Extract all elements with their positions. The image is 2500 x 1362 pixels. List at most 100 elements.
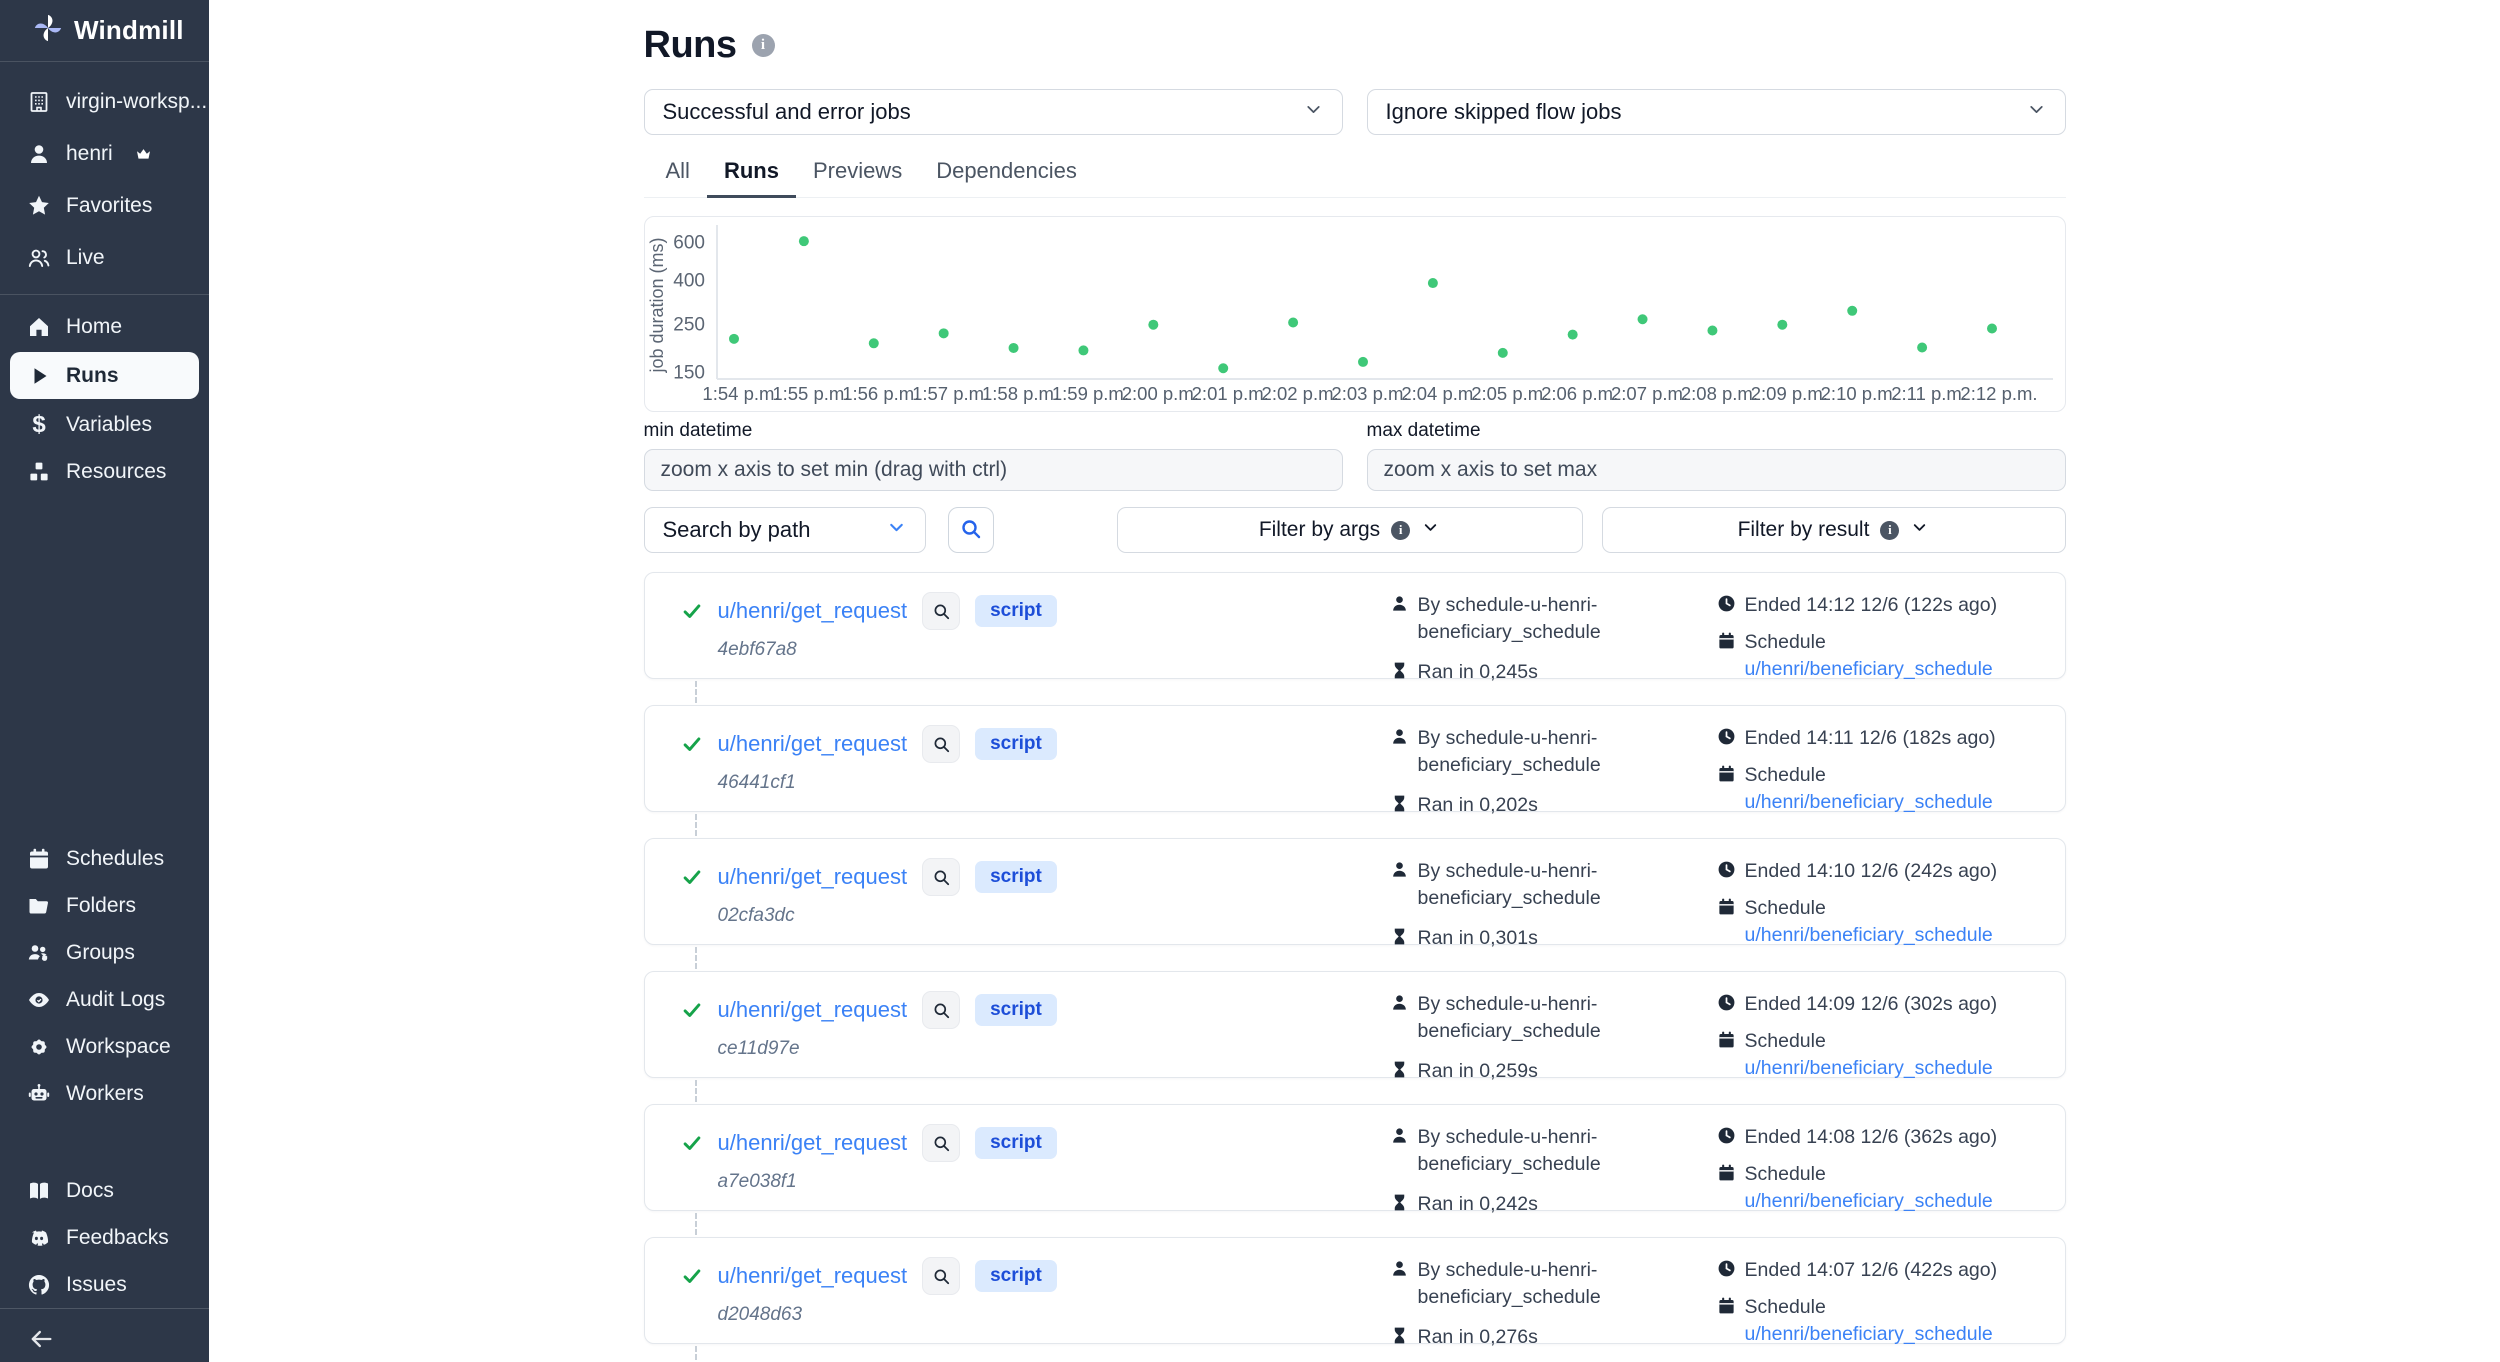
crown-icon [136, 148, 151, 161]
sidebar-item-home[interactable]: Home [0, 303, 209, 350]
run-path-link[interactable]: u/henri/get_request [718, 864, 908, 890]
x-tick-label: 2:11 p.m. [1891, 383, 1967, 404]
run-path-link[interactable]: u/henri/get_request [718, 1263, 908, 1289]
data-point [1567, 330, 1577, 340]
hourglass-icon [1390, 1326, 1409, 1345]
user-icon [1390, 1259, 1409, 1278]
run-card: u/henri/get_request script a7e038f1 By s… [644, 1104, 2066, 1211]
sidebar-item-live[interactable]: Live [0, 232, 209, 284]
tab-previews[interactable]: Previews [796, 149, 919, 197]
ended-at-text: Ended 14:09 12/6 (302s ago) [1745, 991, 1998, 1018]
sidebar-item-feedbacks[interactable]: Feedbacks [0, 1214, 209, 1261]
chevron-down-icon [1910, 518, 1929, 543]
job-status-select[interactable]: Successful and error jobs [644, 89, 1343, 135]
x-tick-label: 2:01 p.m. [1191, 383, 1268, 404]
hourglass-icon [1390, 927, 1409, 946]
calendar-icon [1717, 1163, 1736, 1182]
schedule-link[interactable]: u/henri/beneficiary_schedule [1745, 658, 1993, 680]
triggered-by-text: By schedule-u-henri-beneficiary_schedule [1418, 858, 1623, 912]
sidebar-item-docs[interactable]: Docs [0, 1167, 209, 1214]
sidebar-item-label: Runs [66, 364, 119, 388]
book-icon [27, 1179, 51, 1203]
max-datetime-input[interactable] [1367, 449, 2066, 491]
info-icon[interactable]: i [752, 34, 775, 57]
success-check-icon [681, 733, 703, 755]
sidebar-item-virgin-worksp-[interactable]: virgin-worksp... [0, 76, 209, 128]
y-tick-label: 400 [673, 271, 705, 292]
filter-by-result-button[interactable]: Filter by result i [1602, 507, 2066, 553]
tab-dependencies[interactable]: Dependencies [919, 149, 1094, 197]
sidebar-item-label: Favorites [66, 194, 152, 218]
job-kind-tabs: AllRunsPreviewsDependencies [644, 149, 2066, 198]
job-kind-badge: script [975, 1260, 1057, 1292]
sidebar-item-variables[interactable]: $Variables [0, 401, 209, 448]
clock-icon [1717, 860, 1736, 879]
inspect-run-button[interactable] [922, 1124, 960, 1162]
tab-all[interactable]: All [644, 149, 707, 197]
users-icon [27, 246, 51, 270]
info-icon: i [1391, 521, 1410, 540]
min-datetime-input[interactable] [644, 449, 1343, 491]
sidebar-item-favorites[interactable]: Favorites [0, 180, 209, 232]
dollar-icon: $ [27, 413, 51, 437]
gear-icon [27, 1035, 51, 1059]
x-tick-label: 2:08 p.m. [1680, 383, 1757, 404]
user-icon [1390, 594, 1409, 613]
sidebar-item-audit-logs[interactable]: Audit Logs [0, 976, 209, 1023]
sidebar-item-label: Workers [66, 1082, 144, 1106]
run-path-link[interactable]: u/henri/get_request [718, 731, 908, 757]
run-connector [644, 945, 2066, 971]
search-by-path-select[interactable]: Search by path [644, 507, 926, 553]
schedule-link[interactable]: u/henri/beneficiary_schedule [1745, 1057, 1993, 1079]
skipped-flows-select[interactable]: Ignore skipped flow jobs [1367, 89, 2066, 135]
sidebar-item-schedules[interactable]: Schedules [0, 835, 209, 882]
data-point [1987, 324, 1997, 334]
search-icon [932, 1134, 951, 1153]
sidebar-item-workspace[interactable]: Workspace [0, 1023, 209, 1070]
inspect-run-button[interactable] [922, 991, 960, 1029]
inspect-run-button[interactable] [922, 1257, 960, 1295]
sidebar-item-henri[interactable]: henri [0, 128, 209, 180]
y-tick-label: 600 [673, 233, 705, 254]
sidebar-item-workers[interactable]: Workers [0, 1070, 209, 1117]
data-point [938, 328, 948, 338]
run-id: 46441cf1 [718, 772, 1057, 794]
tab-runs[interactable]: Runs [707, 149, 796, 198]
sidebar-item-folders[interactable]: Folders [0, 882, 209, 929]
app-logo[interactable]: Windmill [0, 0, 209, 62]
sidebar-item-runs[interactable]: Runs [10, 352, 199, 399]
run-path-link[interactable]: u/henri/get_request [718, 598, 908, 624]
y-tick-label: 150 [673, 363, 705, 384]
sidebar-item-resources[interactable]: Resources [0, 448, 209, 495]
sidebar-item-groups[interactable]: Groups [0, 929, 209, 976]
x-tick-label: 2:04 p.m. [1401, 383, 1478, 404]
inspect-run-button[interactable] [922, 592, 960, 630]
y-tick-label: 250 [673, 315, 705, 336]
run-card: u/henri/get_request script ce11d97e By s… [644, 971, 2066, 1078]
calendar-icon [1717, 1296, 1736, 1315]
search-button[interactable] [948, 507, 994, 553]
data-point [1847, 306, 1857, 316]
inspect-run-button[interactable] [922, 858, 960, 896]
play-icon [27, 364, 51, 388]
inspect-run-button[interactable] [922, 725, 960, 763]
schedule-link[interactable]: u/henri/beneficiary_schedule [1745, 924, 1993, 946]
run-id: 02cfa3dc [718, 905, 1057, 927]
schedule-link[interactable]: u/henri/beneficiary_schedule [1745, 1190, 1993, 1212]
filter-by-args-button[interactable]: Filter by args i [1117, 507, 1583, 553]
schedule-link[interactable]: u/henri/beneficiary_schedule [1745, 791, 1993, 813]
user-icon [1390, 860, 1409, 879]
success-check-icon [681, 999, 703, 1021]
x-tick-label: 2:06 p.m. [1541, 383, 1618, 404]
sidebar-item-label: Issues [66, 1273, 127, 1297]
job-duration-chart[interactable]: 600400250150job duration (ms)1:54 p.m.1:… [644, 216, 2066, 412]
app-name: Windmill [74, 15, 184, 46]
collapse-sidebar-button[interactable] [0, 1308, 209, 1362]
main-area: Runs i Successful and error jobs Ignore … [209, 0, 2500, 1362]
run-path-link[interactable]: u/henri/get_request [718, 997, 908, 1023]
user-group-icon [27, 941, 51, 965]
sidebar-item-issues[interactable]: Issues [0, 1261, 209, 1308]
triggered-by-text: By schedule-u-henri-beneficiary_schedule [1418, 991, 1623, 1045]
run-path-link[interactable]: u/henri/get_request [718, 1130, 908, 1156]
schedule-link[interactable]: u/henri/beneficiary_schedule [1745, 1323, 1993, 1345]
